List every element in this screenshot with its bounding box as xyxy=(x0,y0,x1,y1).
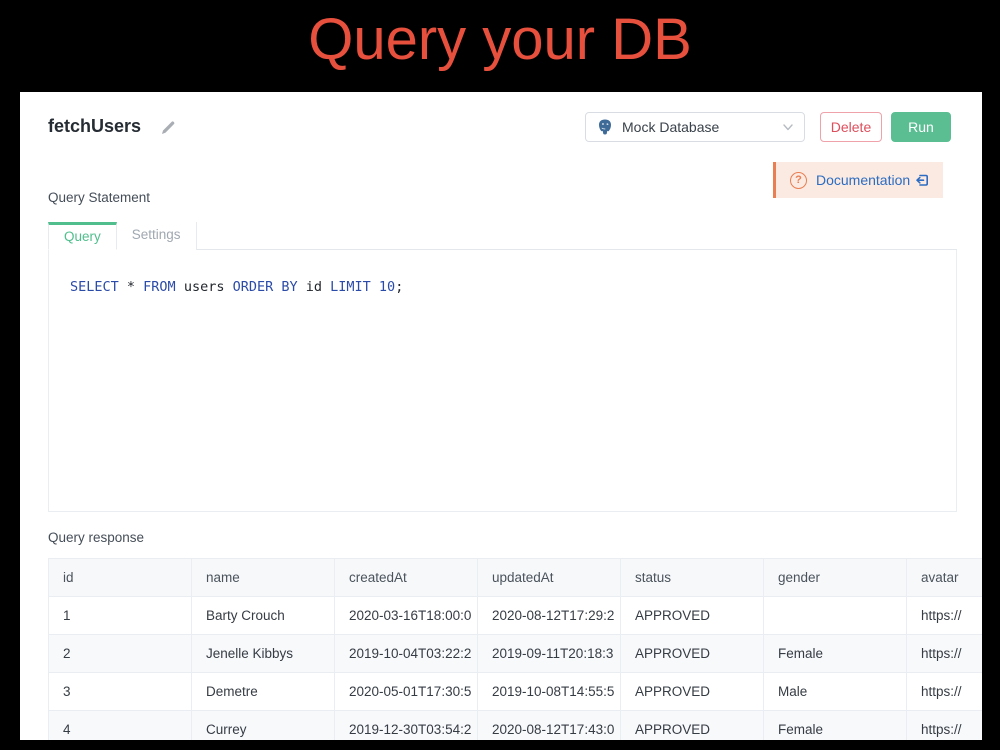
table-body: 1Barty Crouch2020-03-16T18:00:02020-08-1… xyxy=(49,597,983,741)
tab-settings[interactable]: Settings xyxy=(117,222,197,250)
column-header-avatar: avatar xyxy=(907,559,983,597)
query-response-table: idnamecreatedAtupdatedAtstatusgenderavat… xyxy=(48,558,982,740)
sql-token: SELECT xyxy=(70,279,119,295)
table-cell: Jenelle Kibbys xyxy=(192,635,335,673)
table-cell: 2020-05-01T17:30:5 xyxy=(335,673,478,711)
run-button[interactable]: Run xyxy=(891,112,951,142)
chevron-down-icon xyxy=(782,121,794,133)
table-cell: Male xyxy=(764,673,907,711)
sql-token: LIMIT xyxy=(330,279,371,295)
table-row: 3Demetre2020-05-01T17:30:52019-10-08T14:… xyxy=(49,673,983,711)
query-response-label: Query response xyxy=(48,530,144,545)
documentation-link[interactable]: Documentation xyxy=(816,172,929,188)
help-question-icon: ? xyxy=(790,172,807,189)
tab-bar: QuerySettings xyxy=(48,222,957,250)
sql-token xyxy=(371,279,379,295)
resource-select[interactable]: Mock Database xyxy=(585,112,805,142)
table-cell: 2019-10-04T03:22:2 xyxy=(335,635,478,673)
column-header-updatedAt: updatedAt xyxy=(478,559,621,597)
sql-token: * xyxy=(119,279,143,295)
table-cell: 2 xyxy=(49,635,192,673)
sql-editor-box: SELECT * FROM users ORDER BY id LIMIT 10… xyxy=(48,250,957,512)
postgresql-icon xyxy=(596,118,614,136)
table-cell: APPROVED xyxy=(621,597,764,635)
column-header-createdAt: createdAt xyxy=(335,559,478,597)
table-cell: 2020-03-16T18:00:0 xyxy=(335,597,478,635)
table-cell: APPROVED xyxy=(621,673,764,711)
table-cell: https:// xyxy=(907,597,983,635)
table-header-row: idnamecreatedAtupdatedAtstatusgenderavat… xyxy=(49,559,983,597)
page-title: Query your DB xyxy=(0,6,1000,73)
table-cell: 1 xyxy=(49,597,192,635)
table-row: 1Barty Crouch2020-03-16T18:00:02020-08-1… xyxy=(49,597,983,635)
sql-token: ORDER BY xyxy=(233,279,298,295)
column-header-name: name xyxy=(192,559,335,597)
sql-token: 10 xyxy=(379,279,395,295)
delete-button[interactable]: Delete xyxy=(820,112,882,142)
table-cell: 2020-08-12T17:29:2 xyxy=(478,597,621,635)
table-row: 4Currey2019-12-30T03:54:22020-08-12T17:4… xyxy=(49,711,983,741)
table-cell: APPROVED xyxy=(621,711,764,741)
table-cell: 2019-12-30T03:54:2 xyxy=(335,711,478,741)
table-cell: Demetre xyxy=(192,673,335,711)
tab-query[interactable]: Query xyxy=(48,222,117,250)
query-statement-label: Query Statement xyxy=(48,190,150,205)
table-cell: 2019-09-11T20:18:3 xyxy=(478,635,621,673)
sql-token: id xyxy=(298,279,331,295)
table-cell: https:// xyxy=(907,711,983,741)
query-response-table-wrap: idnamecreatedAtupdatedAtstatusgenderavat… xyxy=(48,558,982,740)
table-cell xyxy=(764,597,907,635)
edit-pencil-icon[interactable] xyxy=(160,120,176,136)
documentation-link-label: Documentation xyxy=(816,172,910,188)
table-cell: Currey xyxy=(192,711,335,741)
table-cell: 3 xyxy=(49,673,192,711)
table-cell: https:// xyxy=(907,635,983,673)
documentation-banner: ? Documentation xyxy=(773,162,943,198)
sql-token: ; xyxy=(395,279,403,295)
sql-editor[interactable]: SELECT * FROM users ORDER BY id LIMIT 10… xyxy=(49,250,956,297)
table-cell: 2019-10-08T14:55:5 xyxy=(478,673,621,711)
query-panel: fetchUsers Mock Database Delete Run ? Do… xyxy=(20,92,982,740)
table-cell: Barty Crouch xyxy=(192,597,335,635)
external-doc-icon xyxy=(915,173,929,187)
column-header-gender: gender xyxy=(764,559,907,597)
table-cell: 4 xyxy=(49,711,192,741)
column-header-status: status xyxy=(621,559,764,597)
table-cell: Female xyxy=(764,711,907,741)
query-name: fetchUsers xyxy=(48,116,141,137)
sql-token: FROM xyxy=(143,279,176,295)
column-header-id: id xyxy=(49,559,192,597)
table-cell: APPROVED xyxy=(621,635,764,673)
table-row: 2Jenelle Kibbys2019-10-04T03:22:22019-09… xyxy=(49,635,983,673)
resource-select-value: Mock Database xyxy=(622,119,774,135)
table-cell: https:// xyxy=(907,673,983,711)
table-cell: Female xyxy=(764,635,907,673)
table-cell: 2020-08-12T17:43:0 xyxy=(478,711,621,741)
sql-token: users xyxy=(176,279,233,295)
